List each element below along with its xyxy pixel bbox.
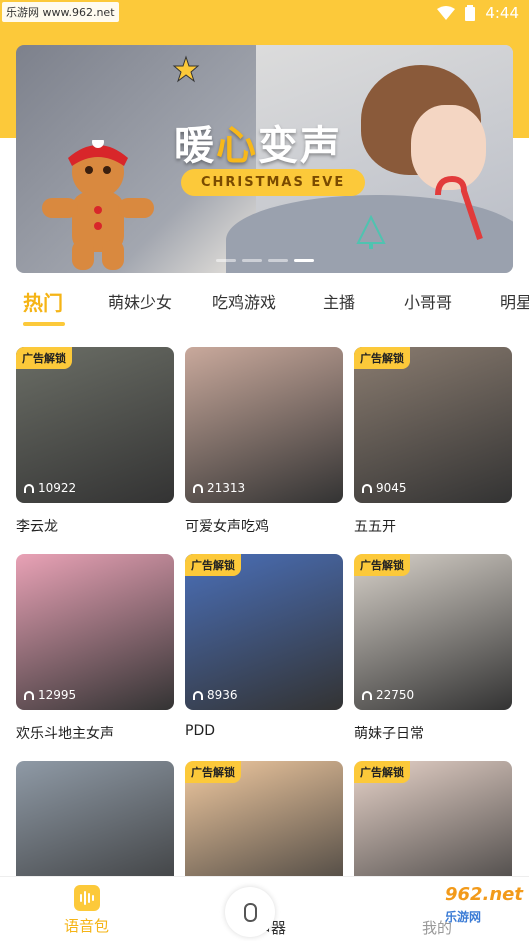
play-count: 8936	[193, 688, 238, 702]
tab-hot[interactable]: 热门	[23, 287, 63, 316]
site-watermark: 962.net 乐游网	[445, 884, 523, 926]
card-title: 五五开	[354, 519, 396, 535]
nav-voice-changer[interactable]: 变声器	[225, 887, 286, 938]
play-count: 10922	[24, 481, 76, 495]
pager-dot[interactable]	[242, 259, 262, 262]
ad-unlock-badge: 广告解锁	[16, 347, 72, 369]
card-thumbnail[interactable]: 广告解锁 8936	[185, 554, 343, 710]
ad-unlock-badge: 广告解锁	[354, 761, 410, 783]
category-tabs: 热门 萌妹少女 吃鸡游戏 主播 小哥哥 明星	[0, 284, 529, 330]
candy-cane-icon	[435, 175, 483, 240]
pager-dot-active[interactable]	[294, 259, 314, 262]
voice-pack-card[interactable]: 广告解锁 9045 五五开	[354, 347, 512, 536]
card-title: 萌妹子日常	[354, 726, 424, 742]
promo-banner[interactable]: 暖心变声 CHRISTMAS EVE	[16, 45, 513, 273]
tab-streamer[interactable]: 主播	[323, 289, 355, 313]
tree-icon	[356, 215, 386, 249]
voice-pack-card[interactable]: 21313 可爱女声吃鸡	[185, 347, 343, 536]
voice-pack-card[interactable]: 广告解锁 10922 李云龙	[16, 347, 174, 536]
headphone-icon	[362, 483, 372, 493]
banner-title-left: 暖	[174, 123, 216, 169]
play-count-value: 8936	[207, 688, 238, 702]
banner-title-mid: 心	[216, 123, 258, 169]
tab-cute-girl[interactable]: 萌妹少女	[108, 289, 172, 313]
banner-subtitle: CHRISTMAS EVE	[181, 169, 366, 196]
pager-dot[interactable]	[216, 259, 236, 262]
ad-unlock-badge: 广告解锁	[185, 554, 241, 576]
ad-unlock-badge: 广告解锁	[354, 347, 410, 369]
play-count-value: 10922	[38, 481, 77, 495]
card-title: 欢乐斗地主女声	[16, 726, 114, 742]
play-count: 22750	[362, 688, 414, 702]
tab-pubg[interactable]: 吃鸡游戏	[212, 289, 276, 313]
ad-unlock-badge: 广告解锁	[354, 554, 410, 576]
play-count-value: 21313	[207, 481, 246, 495]
play-count: 12995	[24, 688, 76, 702]
play-count-value: 9045	[376, 481, 407, 495]
voice-pack-card[interactable]: 广告解锁 22750 萌妹子日常	[354, 554, 512, 743]
play-count: 21313	[193, 481, 245, 495]
card-title: PDD	[185, 723, 216, 739]
headphone-icon	[193, 483, 203, 493]
banner-pager	[216, 259, 314, 262]
nav-label: 语音包	[64, 917, 110, 935]
watermark-sub: 乐游网	[444, 910, 481, 924]
card-thumbnail[interactable]: 广告解锁 22750	[354, 554, 512, 710]
voice-pack-icon	[73, 885, 100, 911]
card-title: 可爱女声吃鸡	[185, 519, 269, 535]
tab-indicator	[23, 322, 65, 326]
wifi-icon	[437, 6, 456, 20]
headphone-icon	[24, 690, 34, 700]
star-icon	[172, 55, 200, 83]
status-time: 4:44	[485, 4, 519, 22]
card-thumbnail[interactable]: 广告解锁 10922	[16, 347, 174, 503]
banner-title-right: 变声	[258, 123, 342, 169]
tab-celebrity[interactable]: 明星	[500, 289, 529, 313]
watermark-main: 962.net	[444, 884, 523, 905]
headphone-icon	[362, 690, 372, 700]
card-title: 李云龙	[16, 519, 58, 535]
play-count-value: 22750	[376, 688, 415, 702]
microphone-icon	[225, 887, 275, 937]
pager-dot[interactable]	[268, 259, 288, 262]
play-count-value: 12995	[38, 688, 77, 702]
status-bar: 乐游网 www.962.net 4:44	[0, 0, 529, 28]
battery-icon	[465, 5, 476, 21]
status-watermark: 乐游网 www.962.net	[2, 2, 119, 22]
headphone-icon	[193, 690, 203, 700]
voice-pack-card[interactable]: 广告解锁 8936 PDD	[185, 554, 343, 739]
tab-young-man[interactable]: 小哥哥	[404, 289, 452, 313]
card-thumbnail[interactable]: 广告解锁 9045	[354, 347, 512, 503]
card-thumbnail[interactable]: 12995	[16, 554, 174, 710]
play-count: 9045	[362, 481, 407, 495]
voice-pack-card[interactable]: 12995 欢乐斗地主女声	[16, 554, 174, 743]
nav-voice-pack[interactable]: 语音包	[64, 885, 109, 936]
gingerbread-icon	[42, 140, 154, 270]
headphone-icon	[24, 483, 34, 493]
banner-title: 暖心变声	[174, 113, 342, 171]
card-thumbnail[interactable]: 21313	[185, 347, 343, 503]
ad-unlock-badge: 广告解锁	[185, 761, 241, 783]
